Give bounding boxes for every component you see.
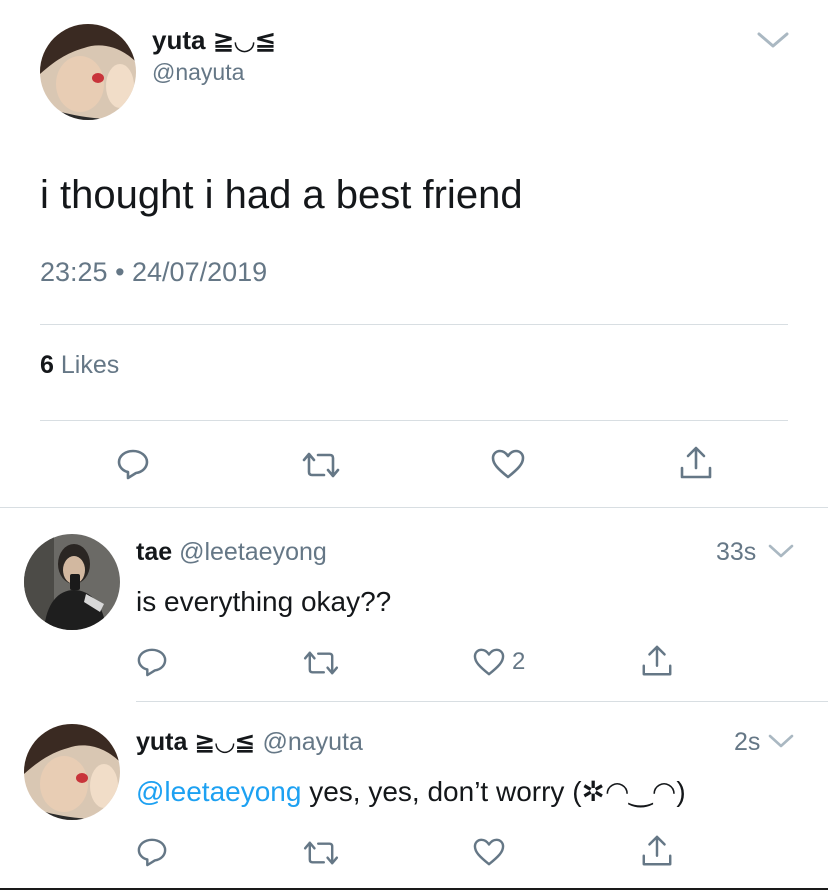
share-icon[interactable]: [640, 643, 674, 679]
likes-stat[interactable]: 6 Likes: [40, 350, 119, 380]
reply-icon[interactable]: [136, 837, 168, 867]
like-icon[interactable]: [472, 837, 506, 867]
reply-text: @leetaeyong yes, yes, don’t worry (✲◠‿◠): [136, 775, 686, 809]
chevron-down-icon[interactable]: [756, 30, 790, 50]
like-button[interactable]: 2: [472, 647, 525, 677]
divider: [40, 324, 788, 325]
divider: [0, 507, 828, 508]
mention-link[interactable]: @leetaeyong: [136, 776, 301, 807]
like-icon[interactable]: [490, 448, 526, 480]
divider: [0, 888, 828, 890]
reply-body: yes, yes, don’t worry (✲◠‿◠): [301, 776, 686, 807]
author-display-name[interactable]: yuta ≧◡≦: [152, 24, 276, 56]
retweet-icon[interactable]: [301, 649, 341, 677]
share-icon[interactable]: [640, 833, 674, 869]
like-icon: [472, 647, 506, 677]
tweet-text: i thought i had a best friend: [40, 173, 523, 217]
avatar-yuta[interactable]: [24, 724, 120, 820]
retweet-icon[interactable]: [300, 450, 342, 480]
reply-icon[interactable]: [116, 448, 150, 480]
avatar-yuta[interactable]: [40, 24, 136, 120]
chevron-down-icon[interactable]: [767, 542, 795, 560]
reply-header: yuta ≧◡≦ @nayuta: [136, 727, 363, 757]
divider: [136, 701, 828, 702]
author-handle[interactable]: @nayuta: [152, 58, 244, 86]
tweet-timestamp[interactable]: 23:25 • 24/07/2019: [40, 256, 267, 288]
reply-handle[interactable]: @nayuta: [262, 728, 362, 756]
like-count: 2: [512, 648, 526, 675]
likes-label: Likes: [60, 351, 120, 379]
divider: [40, 420, 788, 421]
chevron-down-icon[interactable]: [767, 732, 795, 750]
reply-time[interactable]: 33s: [716, 537, 756, 567]
reply-handle[interactable]: @leetaeyong: [179, 538, 327, 566]
reply-text: is everything okay??: [136, 586, 392, 617]
likes-count: 6: [40, 351, 54, 379]
avatar-tae[interactable]: [24, 534, 120, 630]
reply-header: tae @leetaeyong: [136, 537, 327, 567]
reply-icon[interactable]: [136, 647, 168, 677]
reply-display-name[interactable]: yuta ≧◡≦: [136, 728, 255, 756]
retweet-icon[interactable]: [301, 839, 341, 867]
reply-time[interactable]: 2s: [734, 727, 760, 757]
share-icon[interactable]: [678, 444, 714, 482]
reply-display-name[interactable]: tae: [136, 538, 172, 566]
